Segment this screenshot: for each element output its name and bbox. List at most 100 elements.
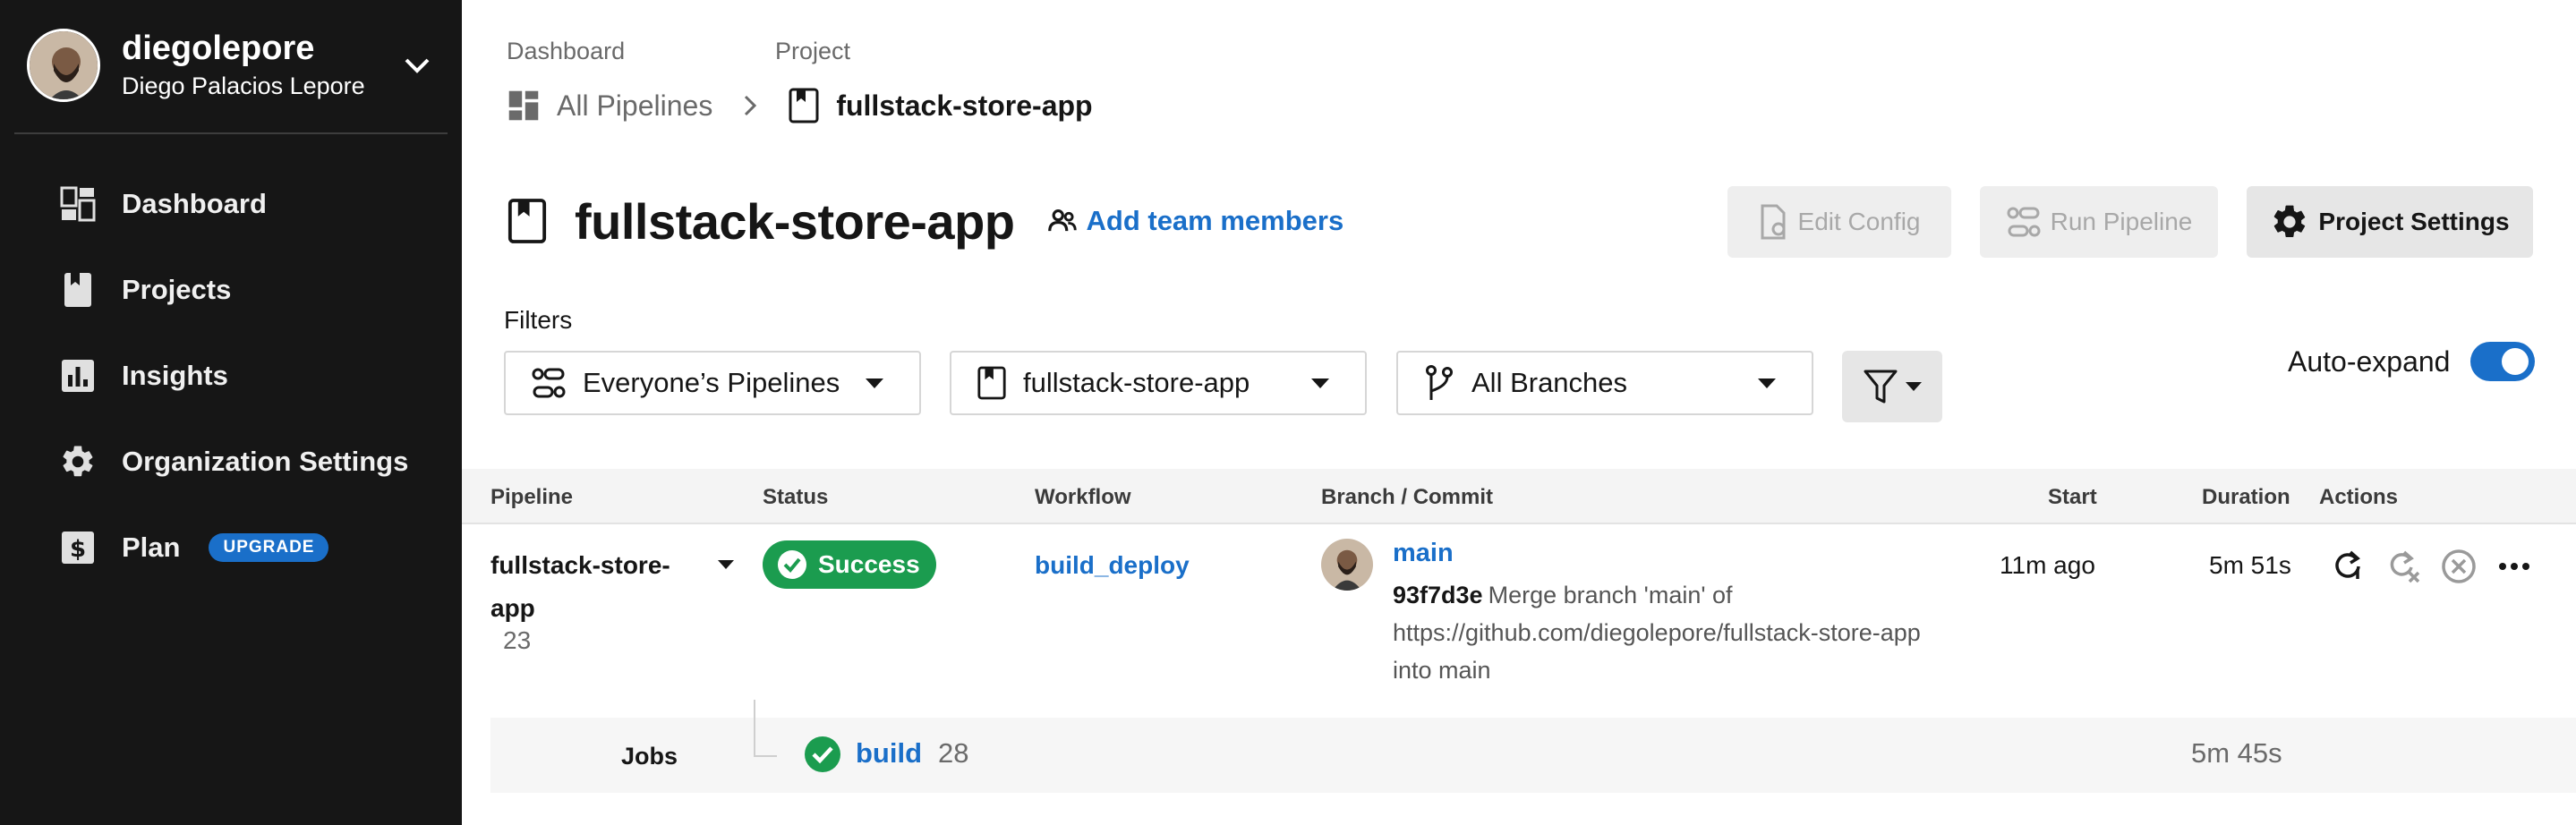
page-header: fullstack-store-app Add team members xyxy=(507,183,1343,259)
edit-config-label: Edit Config xyxy=(1797,208,1921,235)
project-filter-value: fullstack-store-app xyxy=(1023,367,1250,398)
sidebar-item-label: Insights xyxy=(122,360,228,391)
dollar-icon: $ xyxy=(62,532,94,564)
status-label: Success xyxy=(818,550,920,578)
job-link[interactable]: build xyxy=(856,737,922,770)
column-header-start: Start xyxy=(2048,485,2097,509)
caret-down-icon xyxy=(866,378,883,388)
pipeline-duration: 5m 51s xyxy=(2209,551,2291,579)
auto-expand-label: Auto-expand xyxy=(2288,345,2451,378)
sidebar-item-insights[interactable]: Insights xyxy=(0,333,462,419)
sidebar-item-label: Plan xyxy=(122,532,181,563)
filters-label: Filters xyxy=(504,306,573,334)
username: diegolepore xyxy=(122,30,315,67)
commit-info: 93f7d3e Merge branch 'main' of https://gi… xyxy=(1393,576,1948,689)
pipeline-icon xyxy=(2007,207,2041,237)
project-book-icon xyxy=(64,273,91,307)
column-header-pipeline: Pipeline xyxy=(490,485,574,509)
column-header-status: Status xyxy=(763,485,829,509)
more-options-icon[interactable] xyxy=(2495,548,2533,585)
project-book-icon xyxy=(508,199,547,243)
sidebar-item-label: Dashboard xyxy=(122,188,267,219)
svg-text:$: $ xyxy=(70,536,86,563)
sidebar-item-dashboard[interactable]: Dashboard xyxy=(0,161,462,247)
branch-link[interactable]: main xyxy=(1393,539,1454,568)
table-header: Pipeline Status Workflow Branch / Commit… xyxy=(462,469,2576,524)
project-book-icon xyxy=(789,88,819,123)
branch-filter-dropdown[interactable]: All Branches xyxy=(1396,351,1813,415)
job-duration: 5m 45s xyxy=(2191,737,2282,769)
pipeline-start: 11m ago xyxy=(2000,551,2095,579)
user-full-name: Diego Palacios Lepore xyxy=(122,72,365,99)
sidebar-divider xyxy=(14,132,448,134)
project-settings-button[interactable]: Project Settings xyxy=(2247,186,2533,258)
advanced-filter-button[interactable] xyxy=(1842,351,1942,422)
status-badge[interactable]: Success xyxy=(763,540,936,589)
workflow-link[interactable]: build_deploy xyxy=(1035,551,1190,580)
column-header-workflow: Workflow xyxy=(1035,485,1131,509)
pipeline-icon xyxy=(532,368,566,398)
column-header-duration: Duration xyxy=(2202,485,2290,509)
rerun-failed-icon[interactable] xyxy=(2384,548,2422,585)
job-number: 28 xyxy=(938,737,969,769)
project-filter-dropdown[interactable]: fullstack-store-app xyxy=(950,351,1367,415)
toggle-knob xyxy=(2502,348,2529,375)
sidebar-item-label: Projects xyxy=(122,274,232,305)
pipelines-filter-dropdown[interactable]: Everyone’s Pipelines xyxy=(504,351,921,415)
caret-down-icon xyxy=(1758,378,1776,388)
branch-filter-value: All Branches xyxy=(1471,367,1628,398)
cancel-circle-icon[interactable] xyxy=(2440,548,2478,585)
breadcrumb-all-pipelines[interactable]: All Pipelines xyxy=(557,89,712,123)
breadcrumb-label-dashboard: Dashboard xyxy=(507,38,626,64)
rerun-icon[interactable] xyxy=(2329,548,2367,585)
jobs-label: Jobs xyxy=(621,743,678,770)
sidebar-item-projects[interactable]: Projects xyxy=(0,247,462,333)
dashboard-icon xyxy=(508,90,539,121)
add-team-members-link[interactable]: Add team members xyxy=(1045,204,1344,238)
people-icon xyxy=(1047,209,1077,232)
auto-expand-toggle[interactable] xyxy=(2470,342,2535,381)
upgrade-badge[interactable]: UPGRADE xyxy=(209,533,329,562)
check-circle-icon xyxy=(805,736,840,772)
add-team-members-label: Add team members xyxy=(1086,205,1344,236)
jobs-row: Jobs build 28 5m 45s xyxy=(490,700,2576,793)
sidebar-nav: Dashboard Projects Insights Organization… xyxy=(0,161,462,591)
run-pipeline-button[interactable]: Run Pipeline xyxy=(1980,186,2218,258)
pipelines-filter-value: Everyone’s Pipelines xyxy=(583,367,840,398)
page-title: fullstack-store-app xyxy=(575,192,1015,250)
expand-row-caret-icon[interactable] xyxy=(718,560,734,569)
run-pipeline-label: Run Pipeline xyxy=(2050,208,2193,235)
edit-config-button[interactable]: Edit Config xyxy=(1727,186,1951,258)
sidebar-item-label: Organization Settings xyxy=(122,446,409,477)
sidebar-item-organization-settings[interactable]: Organization Settings xyxy=(0,419,462,505)
dashboard-icon xyxy=(60,186,96,222)
file-settings-icon xyxy=(1761,204,1786,240)
pipeline-name[interactable]: fullstack-store-app xyxy=(490,544,696,630)
project-book-icon xyxy=(977,366,1006,400)
avatar xyxy=(1321,539,1373,591)
sidebar-item-plan[interactable]: $ Plan UPGRADE xyxy=(0,505,462,591)
sidebar: diegolepore Diego Palacios Lepore Dashbo… xyxy=(0,0,462,825)
user-switcher[interactable]: diegolepore Diego Palacios Lepore xyxy=(27,25,435,106)
insights-chart-icon xyxy=(62,360,94,392)
gear-icon xyxy=(2274,205,2306,238)
project-settings-label: Project Settings xyxy=(2318,208,2510,235)
caret-down-icon xyxy=(1906,382,1922,391)
tree-connector xyxy=(754,700,777,757)
pipeline-number: 23 xyxy=(503,626,532,654)
git-branch-icon xyxy=(1426,365,1453,400)
breadcrumb: All Pipelines fullstack-store-app xyxy=(507,86,1093,125)
column-header-actions: Actions xyxy=(2319,485,2399,509)
breadcrumb-project[interactable]: fullstack-store-app xyxy=(836,89,1092,123)
main-content: Dashboard Project All Pipelines fullstac… xyxy=(462,0,2576,825)
check-circle-icon xyxy=(778,550,806,579)
gear-icon xyxy=(63,446,93,477)
breadcrumb-label-project: Project xyxy=(775,38,851,64)
column-header-branch-commit: Branch / Commit xyxy=(1321,485,1494,509)
chevron-down-icon[interactable] xyxy=(399,47,435,83)
filter-funnel-icon xyxy=(1864,370,1898,404)
chevron-right-icon xyxy=(745,95,757,116)
caret-down-icon xyxy=(1311,378,1329,388)
commit-sha[interactable]: 93f7d3e xyxy=(1393,582,1483,608)
avatar xyxy=(27,29,100,102)
